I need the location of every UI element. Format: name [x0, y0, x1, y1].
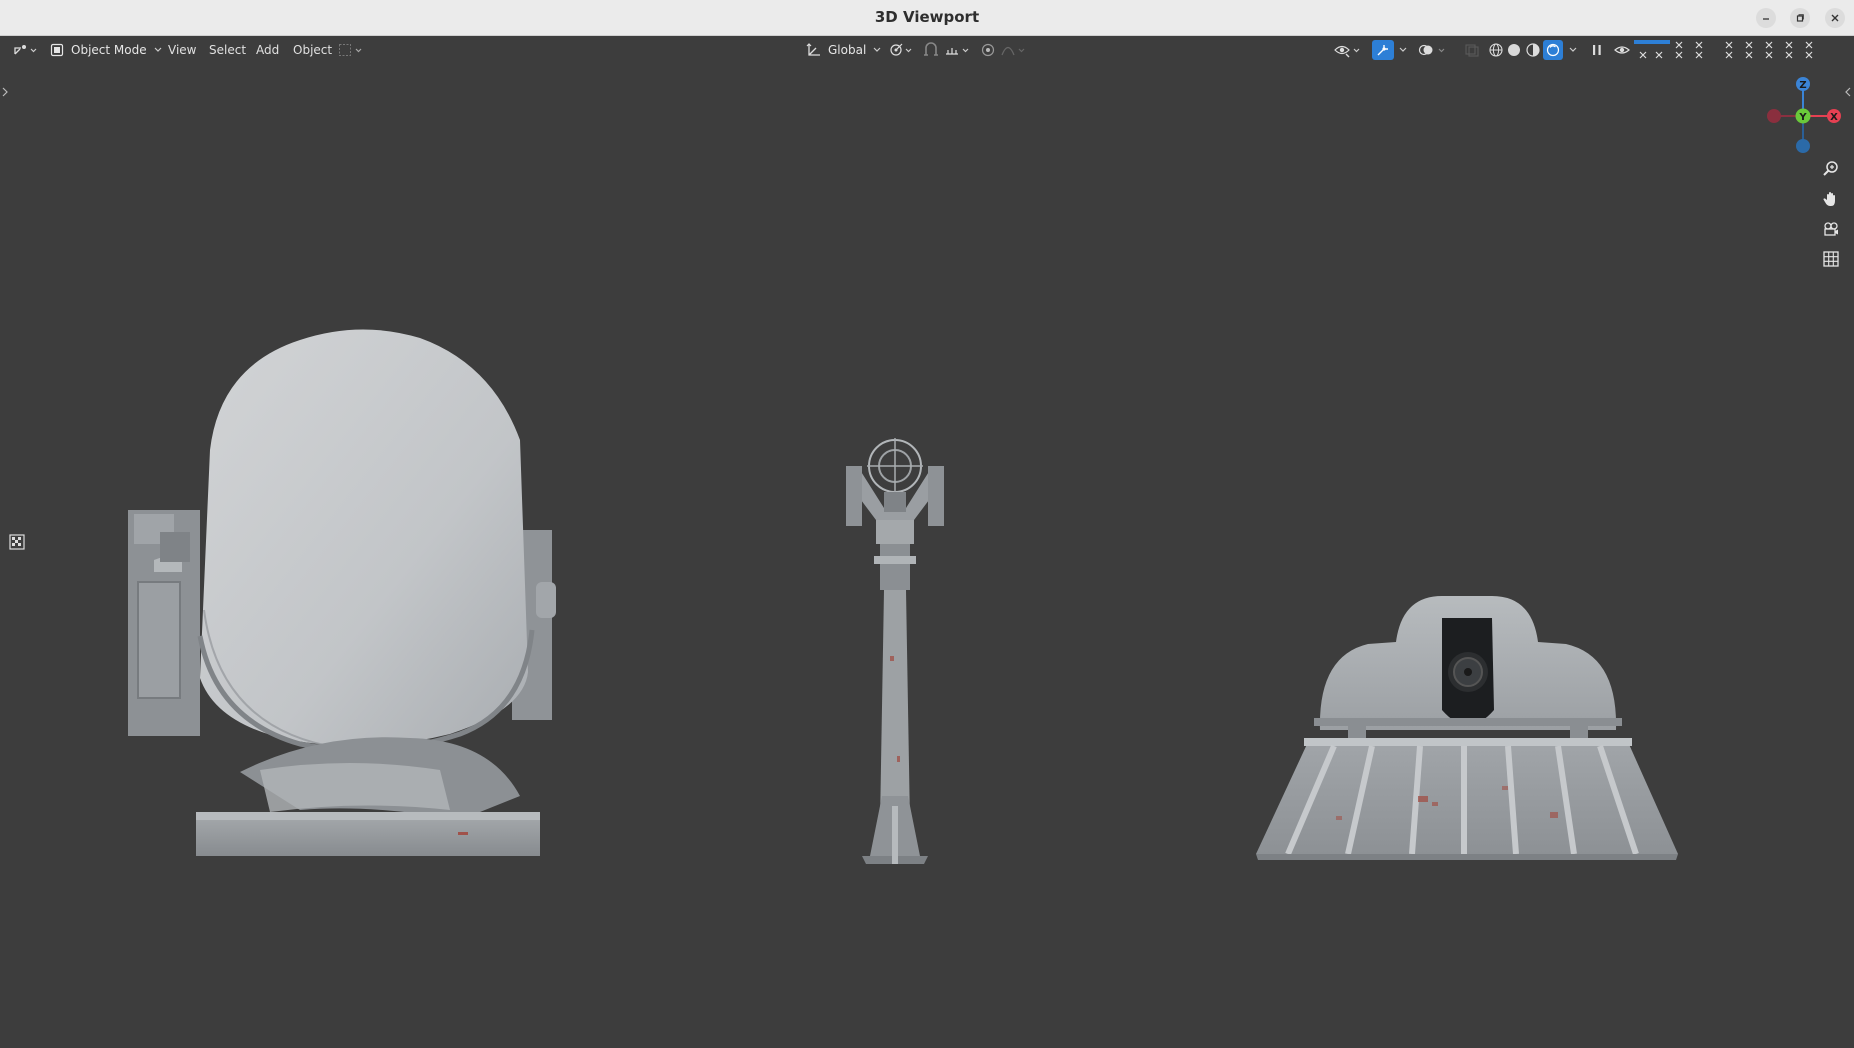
window-title: 3D Viewport: [874, 8, 980, 26]
chevron-down-icon: [1569, 47, 1577, 52]
transform-orientation-icon: [806, 43, 820, 56]
wireframe-shading-button[interactable]: [1488, 40, 1504, 60]
searchlight-model[interactable]: [120, 300, 570, 860]
editor-type-dropdown[interactable]: [12, 40, 38, 60]
mode-dropdown[interactable]: Object Mode: [50, 40, 165, 60]
solid-shading-icon: [1508, 44, 1520, 56]
y-axis-label: Y: [1798, 112, 1807, 123]
menu-object[interactable]: Object: [293, 40, 332, 60]
gun-turret-model[interactable]: [1252, 590, 1682, 870]
solid-shading-button[interactable]: [1506, 40, 1522, 60]
overlays-icon: [1418, 44, 1445, 56]
toolbar-expand-arrow[interactable]: [0, 84, 12, 100]
wireframe-shading-icon: [1489, 43, 1503, 57]
restore-button[interactable]: [1790, 8, 1810, 28]
blender-app: 3D Viewport Object Mode View Select Add …: [0, 0, 1854, 1048]
menu-view[interactable]: View: [168, 40, 196, 60]
select-box-icon: [339, 44, 362, 56]
pivot-point-dropdown[interactable]: [888, 40, 916, 60]
close-icon: [1831, 14, 1839, 22]
chevron-down-icon: [873, 47, 881, 52]
perspective-toggle-button[interactable]: [1818, 246, 1844, 272]
overlays-toggle[interactable]: [1418, 40, 1448, 60]
proportional-edit-icon: [981, 43, 995, 57]
rendered-shading-active-bg: [1543, 40, 1563, 60]
chevron-right-icon: [2, 87, 8, 97]
xray-toggle[interactable]: [1464, 40, 1480, 60]
asset-shelf-toggle[interactable]: [8, 533, 26, 551]
pause-button[interactable]: [1590, 40, 1604, 60]
pan-button[interactable]: [1818, 186, 1844, 212]
x-axis-label: X: [1830, 112, 1838, 123]
gizmo-toggle[interactable]: [1372, 40, 1394, 60]
zoom-icon: [1823, 161, 1838, 176]
select-mode-dropdown[interactable]: [338, 40, 366, 60]
menu-add[interactable]: Add: [256, 40, 279, 60]
gizmo-toggle-active-bg: [1372, 40, 1394, 60]
snap-icon: [924, 42, 938, 56]
restore-icon: [1796, 14, 1804, 22]
rangefinder-post-model[interactable]: [840, 426, 950, 866]
neg-z-axis-handle[interactable]: [1796, 139, 1810, 153]
gizmo-toggle-icon: [1377, 45, 1388, 56]
collection-toggles-strip[interactable]: [1632, 40, 1852, 60]
perspective-grid-icon: [1823, 251, 1839, 267]
rendered-shading-button[interactable]: [1543, 40, 1563, 60]
navigation-gizmo[interactable]: Z Y X: [1754, 70, 1848, 158]
editor-type-icon: [14, 45, 37, 55]
camera-view-button[interactable]: [1818, 216, 1844, 242]
menu-select[interactable]: Select: [209, 40, 246, 60]
proportional-edit-toggle[interactable]: [980, 40, 996, 60]
neg-x-axis-handle[interactable]: [1767, 109, 1781, 123]
searchlight-drum: [200, 329, 528, 746]
orientation-label: Global: [828, 43, 867, 57]
z-axis-label: Z: [1799, 80, 1806, 91]
viewport-header: Object Mode View Select Add Object Globa…: [0, 36, 1854, 64]
chevron-down-icon: [154, 47, 162, 52]
close-button[interactable]: [1825, 8, 1845, 28]
hide-in-viewport-toggle[interactable]: [1614, 40, 1630, 60]
snap-target-dropdown[interactable]: [944, 40, 974, 60]
material-shading-icon: [1526, 43, 1540, 57]
visibility-icon: [1334, 45, 1360, 58]
snap-increment-icon: [946, 48, 969, 55]
rendered-shading-icon: [1546, 43, 1560, 57]
pause-icon: [1593, 45, 1601, 55]
collection-toggle-icons: [1634, 40, 1813, 59]
eye-icon: [1614, 46, 1630, 54]
camera-icon: [1824, 222, 1838, 236]
post-column: [880, 590, 910, 824]
checker-icon: [9, 534, 25, 550]
pan-icon: [1823, 192, 1835, 206]
mode-label: Object Mode: [71, 43, 147, 57]
minimize-button[interactable]: [1756, 8, 1776, 28]
shading-options-dropdown[interactable]: [1566, 40, 1580, 60]
proportional-falloff-dropdown[interactable]: [1000, 40, 1030, 60]
chevron-down-icon: [1399, 47, 1407, 52]
snap-toggle[interactable]: [922, 40, 940, 60]
window-title-bar: 3D Viewport: [0, 0, 1854, 36]
selectability-visibility-dropdown[interactable]: [1334, 40, 1364, 60]
material-shading-button[interactable]: [1525, 40, 1541, 60]
gizmo-options-dropdown[interactable]: [1396, 40, 1410, 60]
transform-orientation-dropdown[interactable]: Global: [806, 40, 884, 60]
falloff-curve-icon: [1001, 46, 1025, 56]
zoom-button[interactable]: [1818, 156, 1844, 182]
object-mode-icon: [50, 43, 64, 57]
viewport-area[interactable]: Z Y X: [0, 64, 1854, 1048]
minimize-icon: [1763, 18, 1769, 20]
xray-icon: [1465, 44, 1479, 57]
pivot-icon: [890, 43, 912, 56]
